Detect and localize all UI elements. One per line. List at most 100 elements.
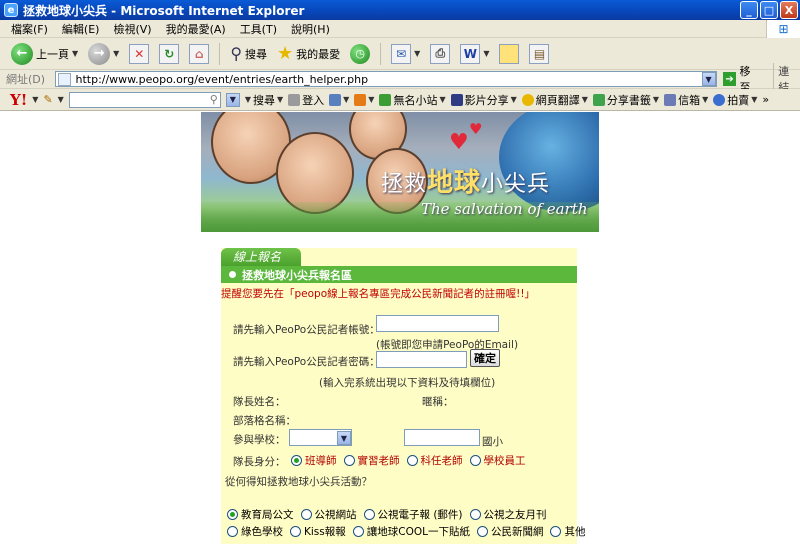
- search-icon: ⚲: [230, 44, 243, 63]
- toolbar-divider: [380, 42, 382, 65]
- maximize-button[interactable]: □: [760, 1, 778, 19]
- settings-button[interactable]: ▼: [354, 93, 375, 106]
- print-icon: ⎙: [430, 43, 451, 64]
- leader-name-label: 隊長姓名：: [233, 396, 286, 408]
- school-suffix: 國小: [482, 436, 503, 448]
- close-button[interactable]: X: [780, 1, 798, 19]
- register-reminder: 提醒您要先在「peopo線上報名專區完成公民新聞記者的註冊喔!!」: [221, 288, 536, 300]
- identity-option-homeroom[interactable]: 班導師: [291, 453, 337, 468]
- source-option[interactable]: Kiss報報: [290, 524, 346, 539]
- home-button[interactable]: ⌂: [186, 42, 212, 66]
- banner-subtitle: The salvation of earth: [421, 200, 588, 218]
- chevron-down-icon: ▼: [72, 49, 79, 58]
- chevron-down-icon: ▼: [510, 95, 517, 104]
- yahoo-item-translate[interactable]: 網頁翻譯 ▼: [521, 92, 588, 108]
- school-name-input[interactable]: [404, 429, 480, 446]
- discuss-button[interactable]: [496, 42, 522, 66]
- heart-icon: ♥: [469, 120, 483, 138]
- identity-option-subject[interactable]: 科任老師: [406, 453, 463, 468]
- identity-option-intern[interactable]: 實習老師: [343, 453, 400, 468]
- search-button[interactable]: ⚲ 搜尋: [227, 42, 270, 65]
- radio-icon: [469, 455, 481, 466]
- stop-icon: ✕: [129, 43, 150, 64]
- chevron-down-icon[interactable]: ▼: [58, 95, 64, 104]
- address-bar: 網址(D) http://www.peopo.org/event/entries…: [0, 63, 800, 95]
- windows-logo-icon: ⊞: [766, 20, 800, 38]
- section-title: 拯救地球小尖兵報名區: [242, 268, 352, 282]
- account-input[interactable]: [376, 315, 499, 332]
- chevron-down-icon[interactable]: ▼: [701, 72, 716, 86]
- menu-view[interactable]: 檢視(V): [106, 21, 158, 37]
- chevron-down-icon: ▼: [483, 49, 490, 58]
- mail-button[interactable]: ✉ ▼: [388, 42, 423, 66]
- yahoo-item-auction[interactable]: 拍賣 ▼: [713, 92, 757, 108]
- source-option[interactable]: 公民新聞網: [476, 524, 543, 539]
- back-arrow-icon: ←: [11, 42, 33, 65]
- yahoo-search-input[interactable]: ⚲: [68, 91, 221, 108]
- more-chevron-icon[interactable]: »: [762, 93, 769, 106]
- confirm-button[interactable]: 確定: [470, 349, 500, 367]
- url-text: http://www.peopo.org/event/entries/earth…: [75, 72, 369, 86]
- source-option[interactable]: 其他: [550, 524, 585, 539]
- password-input[interactable]: [376, 351, 467, 368]
- user-icon: [288, 93, 301, 106]
- menu-tools[interactable]: 工具(T): [233, 21, 284, 37]
- source-option[interactable]: 教育局公文: [227, 507, 294, 522]
- refresh-button[interactable]: ↻: [156, 42, 182, 66]
- research-button[interactable]: ▤: [526, 42, 552, 66]
- history-button[interactable]: ◷: [347, 42, 373, 66]
- blog-name-label: 部落格名稱：: [233, 415, 296, 427]
- chevron-down-icon: ▼: [368, 95, 375, 104]
- bookmark-plus-icon: [592, 93, 605, 106]
- school-city-select[interactable]: ▼: [289, 429, 352, 446]
- stop-button[interactable]: ✕: [126, 42, 152, 66]
- yahoo-item-mail[interactable]: 信箱 ▼: [664, 92, 708, 108]
- login-button[interactable]: 登入: [288, 92, 324, 108]
- bullet-icon: [229, 271, 236, 278]
- source-option[interactable]: 公視網站: [300, 507, 357, 522]
- source-option[interactable]: 公視電子報 (郵件): [363, 507, 463, 522]
- radio-icon: [550, 526, 562, 537]
- window-controls: _ □ X: [740, 1, 798, 19]
- source-option[interactable]: 讓地球COOL一下貼紙: [352, 524, 470, 539]
- pencil-icon[interactable]: ✎: [43, 93, 52, 106]
- chevron-down-icon: ▼: [751, 95, 758, 104]
- menu-file[interactable]: 檔案(F): [4, 21, 55, 37]
- back-button[interactable]: ← 上一頁 ▼: [8, 41, 81, 67]
- search-label: 搜尋: [245, 47, 268, 61]
- chevron-down-icon: ▼: [276, 95, 284, 104]
- radio-icon: [363, 509, 375, 520]
- favorites-button[interactable]: ★ 我的最愛: [274, 41, 343, 66]
- forward-button[interactable]: → ▼: [85, 41, 122, 67]
- radio-icon: [227, 526, 238, 537]
- yahoo-item-video[interactable]: 影片分享 ▼: [450, 92, 517, 108]
- yahoo-search-button[interactable]: ▼ 搜尋 ▼: [245, 92, 283, 108]
- minimize-button[interactable]: _: [740, 1, 758, 19]
- identity-option-staff[interactable]: 學校員工: [469, 453, 526, 468]
- yahoo-item-bookmarks[interactable]: 分享書籤 ▼: [592, 92, 660, 108]
- chevron-down-icon[interactable]: ▼: [32, 95, 38, 104]
- print-button[interactable]: ⎙: [427, 42, 453, 66]
- yahoo-item-wretch[interactable]: 無名小站 ▼: [379, 92, 446, 108]
- account-label: 請先輸入PeoPo公民記者帳號：: [233, 324, 380, 336]
- window-layout-button[interactable]: ▼: [329, 93, 349, 106]
- url-input[interactable]: http://www.peopo.org/event/entries/earth…: [55, 71, 717, 87]
- menu-help[interactable]: 說明(H): [284, 21, 337, 37]
- source-option[interactable]: 綠色學校: [227, 524, 283, 539]
- source-radio-row-2: 綠色學校 Kiss報報 讓地球COOL一下貼紙 公民新聞網 其他: [227, 524, 585, 539]
- radio-icon: [290, 526, 301, 537]
- nickname-label: 暱稱：: [422, 396, 454, 408]
- chevron-down-icon: ▼: [439, 95, 446, 104]
- menu-favorites[interactable]: 我的最愛(A): [159, 21, 233, 37]
- menu-edit[interactable]: 編輯(E): [55, 21, 107, 37]
- source-question: 從何得知拯救地球小尖兵活動？: [225, 476, 372, 488]
- wretch-icon: [379, 93, 392, 106]
- edit-button[interactable]: W ▼: [457, 42, 492, 66]
- chevron-down-icon[interactable]: ▼: [225, 92, 240, 107]
- window-title: 拯救地球小尖兵 - Microsoft Internet Explorer: [23, 3, 305, 18]
- chevron-down-icon: ▼: [652, 95, 660, 104]
- identity-radio-group: 班導師 實習老師 科任老師 學校員工: [291, 453, 526, 468]
- window-title-bar: e 拯救地球小尖兵 - Microsoft Internet Explorer …: [0, 0, 800, 20]
- source-option[interactable]: 公視之友月刊: [469, 507, 547, 522]
- yahoo-logo[interactable]: Y!: [10, 91, 27, 109]
